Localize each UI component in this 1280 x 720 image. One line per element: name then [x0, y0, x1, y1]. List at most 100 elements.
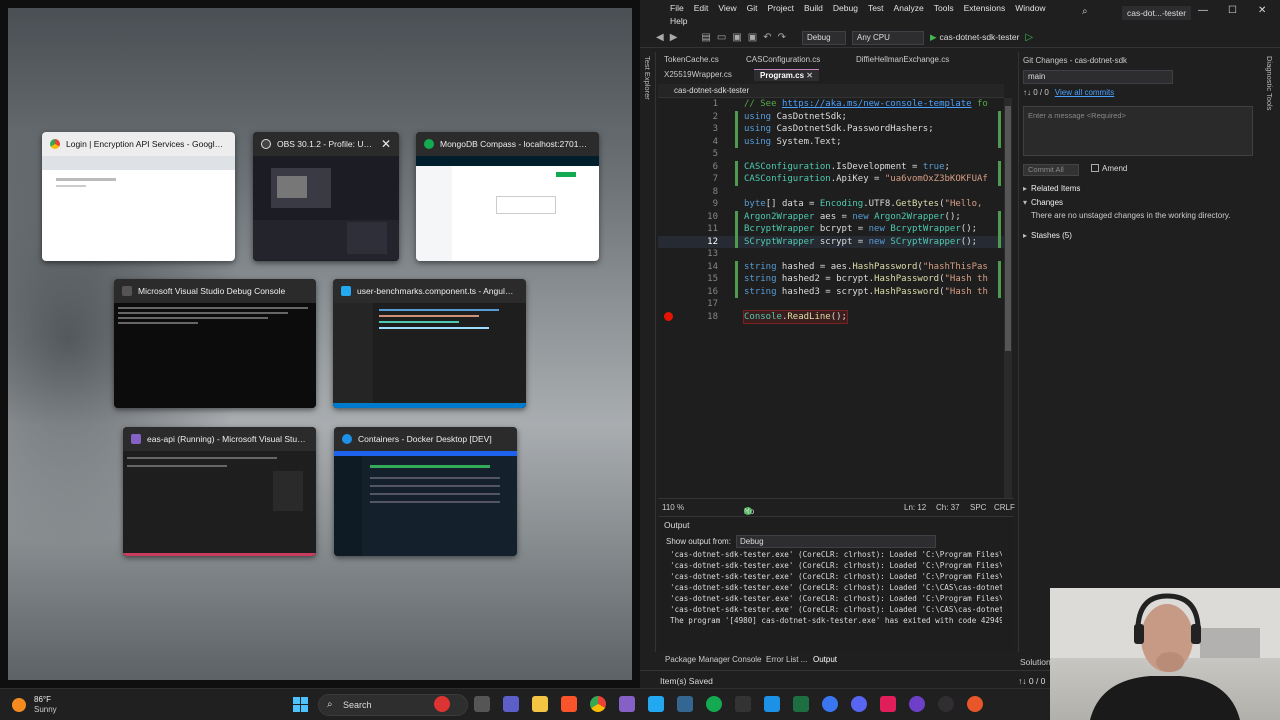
- tab-output[interactable]: Output: [813, 655, 837, 664]
- tab-tokencache[interactable]: TokenCache.cs: [658, 54, 725, 66]
- code-text[interactable]: SCryptWrapper scrypt = new SCryptWrapper…: [744, 236, 977, 249]
- view-commits-link[interactable]: View all commits: [1055, 88, 1114, 97]
- brave-icon[interactable]: [561, 696, 577, 712]
- undo-icon[interactable]: ↶: [763, 32, 771, 43]
- code-line[interactable]: 6 CASConfiguration.IsDevelopment = true;: [658, 160, 1012, 174]
- code-line[interactable]: 16 string hashed3 = scrypt.HashPassword("…: [658, 285, 1012, 298]
- branch-dropdown[interactable]: main: [1023, 70, 1173, 84]
- whitespace-mode[interactable]: SPC: [970, 503, 986, 512]
- discord-icon[interactable]: [851, 696, 867, 712]
- tab-program[interactable]: Program.cs ✕: [754, 69, 819, 81]
- code-text[interactable]: using System.Text;: [744, 136, 842, 149]
- tab-casconfiguration[interactable]: CASConfiguration.cs: [740, 54, 826, 66]
- editor-scrollbar[interactable]: [1004, 98, 1012, 498]
- weather-widget[interactable]: 86°F Sunny: [10, 694, 80, 716]
- signal-icon[interactable]: [822, 696, 838, 712]
- tab-x25519wrapper[interactable]: X25519Wrapper.cs: [658, 69, 738, 81]
- redo-icon[interactable]: ↷: [778, 32, 786, 43]
- scroll-thumb[interactable]: [1005, 106, 1011, 351]
- task-window-obs[interactable]: OBS 30.1.2 - Profile: Un... ✕: [253, 132, 399, 261]
- close-icon[interactable]: ✕: [381, 137, 391, 151]
- teams-icon[interactable]: [503, 696, 519, 712]
- code-text[interactable]: BcryptWrapper bcrypt = new BcryptWrapper…: [744, 223, 977, 236]
- new-file-icon[interactable]: ▤: [701, 32, 710, 43]
- line-ending[interactable]: CRLF: [994, 503, 1015, 512]
- menu-analyze[interactable]: Analyze: [894, 3, 924, 14]
- postgres-icon[interactable]: [677, 696, 693, 712]
- code-line[interactable]: 4 using System.Text;: [658, 135, 1012, 149]
- commit-all-button[interactable]: Commit All: [1023, 164, 1079, 176]
- code-line[interactable]: 18 Console.ReadLine();: [658, 309, 1012, 324]
- code-line[interactable]: 3 using CasDotnetSdk.PasswordHashers;: [658, 123, 1012, 136]
- code-line[interactable]: 2 using CasDotnetSdk;: [658, 110, 1012, 124]
- git-sync-counts[interactable]: ↑↓ 0 / 0: [1018, 676, 1045, 686]
- code-text[interactable]: Argon2Wrapper aes = new Argon2Wrapper();: [744, 211, 961, 224]
- start-without-debug-icon[interactable]: ▷: [1025, 32, 1033, 43]
- recording-icon[interactable]: [967, 696, 983, 712]
- code-line[interactable]: 12 SCryptWrapper scrypt = new SCryptWrapp…: [658, 235, 1012, 249]
- menu-file[interactable]: File: [670, 3, 684, 14]
- visual-studio-icon[interactable]: [619, 696, 635, 712]
- save-icon[interactable]: ▣: [732, 32, 741, 43]
- code-text[interactable]: CASConfiguration.IsDevelopment = true;: [744, 161, 950, 174]
- close-window-icon[interactable]: ✕: [1258, 5, 1266, 16]
- stashes-section[interactable]: ▸ Stashes (5): [1023, 231, 1072, 240]
- code-text[interactable]: string hashed2 = bcrypt.HashPassword("Ha…: [744, 273, 988, 286]
- zoom-level[interactable]: 110 %: [662, 503, 684, 512]
- code-line[interactable]: 15 string hashed2 = bcrypt.HashPassword("…: [658, 273, 1012, 286]
- code-editor[interactable]: 1 // See https://aka.ms/new-console-templ…: [658, 98, 1012, 498]
- menu-view[interactable]: View: [718, 3, 736, 14]
- code-text[interactable]: using CasDotnetSdk;: [744, 111, 847, 124]
- output-source-dropdown[interactable]: Debug: [736, 535, 936, 548]
- task-window-visual-studio[interactable]: eas-api (Running) - Microsoft Visual Stu…: [123, 427, 316, 556]
- task-view-icon[interactable]: [474, 696, 490, 712]
- close-icon[interactable]: ✕: [806, 71, 813, 80]
- code-line[interactable]: 8: [658, 186, 1012, 199]
- tab-error-list[interactable]: Error List ...: [766, 655, 807, 664]
- mongodb-icon[interactable]: [706, 696, 722, 712]
- minimize-icon[interactable]: —: [1198, 5, 1208, 16]
- navigation-bar[interactable]: cas-dotnet-sdk-tester: [658, 84, 1004, 98]
- menu-build[interactable]: Build: [804, 3, 823, 14]
- excel-icon[interactable]: [793, 696, 809, 712]
- save-all-icon[interactable]: ▣: [748, 32, 757, 43]
- task-window-docker[interactable]: Containers - Docker Desktop [DEV]: [334, 427, 517, 556]
- slack-icon[interactable]: [880, 696, 896, 712]
- amend-checkbox[interactable]: Amend: [1091, 164, 1127, 173]
- menu-window[interactable]: Window: [1015, 3, 1045, 14]
- task-window-vscode[interactable]: user-benchmarks.component.ts - AngularS.…: [333, 279, 526, 408]
- code-line[interactable]: 13: [658, 248, 1012, 261]
- code-text[interactable]: byte[] data = Encoding.UTF8.GetBytes("He…: [744, 198, 982, 211]
- diagnostic-tools-tab[interactable]: Diagnostic Tools: [1260, 52, 1280, 652]
- breakpoint-icon[interactable]: [664, 312, 673, 321]
- start-button[interactable]: [293, 697, 309, 713]
- vscode-icon[interactable]: [648, 696, 664, 712]
- project-selector[interactable]: cas-dotnet-sdk-tester: [658, 86, 749, 95]
- menu-git[interactable]: Git: [747, 3, 758, 14]
- code-text[interactable]: string hashed = aes.HashPassword("hashTh…: [744, 261, 988, 274]
- menu-tools[interactable]: Tools: [934, 3, 954, 14]
- task-window-mongodb[interactable]: MongoDB Compass - localhost:27017/U...: [416, 132, 599, 261]
- obs-icon[interactable]: [938, 696, 954, 712]
- menu-project[interactable]: Project: [768, 3, 794, 14]
- code-line[interactable]: 17: [658, 298, 1012, 311]
- maximize-icon[interactable]: ☐: [1228, 5, 1237, 16]
- menu-edit[interactable]: Edit: [694, 3, 709, 14]
- tab-diffiehellman[interactable]: DiffieHellmanExchange.cs: [850, 54, 955, 66]
- chrome-icon[interactable]: [590, 696, 606, 712]
- menu-help[interactable]: Help: [670, 16, 687, 26]
- tab-package-manager-console[interactable]: Package Manager Console: [665, 655, 762, 664]
- code-text[interactable]: using CasDotnetSdk.PasswordHashers;: [744, 123, 934, 136]
- terminal-icon[interactable]: [735, 696, 751, 712]
- code-line[interactable]: 11 BcryptWrapper bcrypt = new BcryptWrapp…: [658, 223, 1012, 236]
- changes-section[interactable]: ▾ Changes: [1023, 198, 1063, 207]
- open-icon[interactable]: ▭: [717, 32, 726, 43]
- menu-debug[interactable]: Debug: [833, 3, 858, 14]
- code-line[interactable]: 10 Argon2Wrapper aes = new Argon2Wrapper(…: [658, 210, 1012, 224]
- task-window-chrome[interactable]: Login | Encryption API Services - Google…: [42, 132, 235, 261]
- code-line[interactable]: 9 byte[] data = Encoding.UTF8.GetBytes("H…: [658, 198, 1012, 211]
- code-line[interactable]: 1 // See https://aka.ms/new-console-templ…: [658, 98, 1012, 111]
- menu-test[interactable]: Test: [868, 3, 884, 14]
- search-icon[interactable]: ⌕: [1082, 6, 1088, 17]
- code-text[interactable]: // See https://aka.ms/new-console-templa…: [744, 98, 988, 111]
